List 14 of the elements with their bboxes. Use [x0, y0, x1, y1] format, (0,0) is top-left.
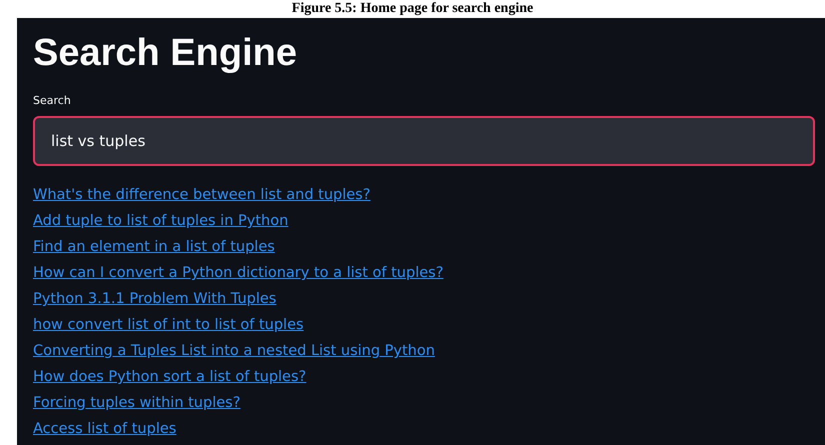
- result-link[interactable]: Access list of tuples: [33, 419, 176, 440]
- result-link[interactable]: How can I convert a Python dictionary to a list of tuples?: [33, 263, 444, 284]
- result-link[interactable]: Add tuple to list of tuples in Python: [33, 211, 288, 232]
- search-field[interactable]: list vs tuples: [33, 116, 815, 166]
- result-link[interactable]: how convert list of int to list of tuples: [33, 315, 304, 336]
- result-link[interactable]: How does Python sort a list of tuples?: [33, 367, 306, 388]
- figure-caption: Figure 5.5: Home page for search engine: [290, 0, 534, 18]
- result-link[interactable]: What's the difference between list and tuples?: [33, 185, 370, 206]
- result-link[interactable]: Forcing tuples within tuples?: [33, 393, 240, 414]
- page-title: Search Engine: [33, 31, 297, 76]
- result-link[interactable]: Converting a Tuples List into a nested List using Python: [33, 341, 435, 362]
- search-label: Search: [33, 94, 71, 107]
- result-link[interactable]: Find an element in a list of tuples: [33, 237, 275, 258]
- result-link[interactable]: Python 3.1.1 Problem With Tuples: [33, 289, 276, 310]
